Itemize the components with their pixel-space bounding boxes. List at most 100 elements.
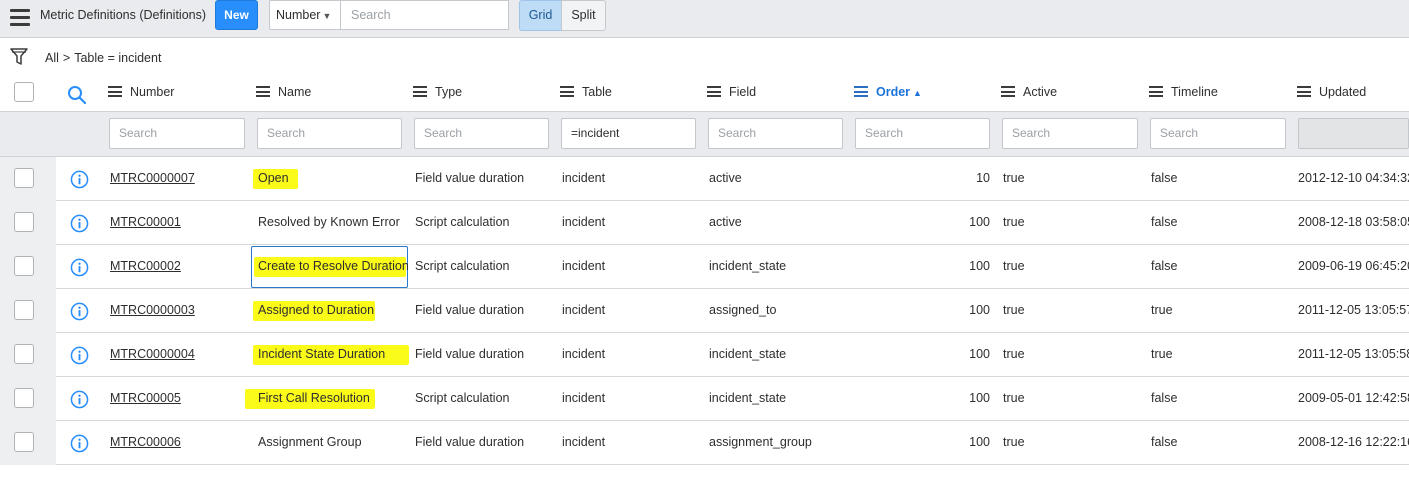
row-checkbox[interactable] — [14, 344, 34, 364]
info-icon[interactable] — [70, 346, 89, 365]
active-cell[interactable]: true — [1003, 157, 1025, 201]
column-header-order[interactable]: Order ▲ — [854, 72, 922, 112]
type-cell[interactable]: Script calculation — [415, 245, 510, 289]
table-cell[interactable]: incident — [562, 201, 605, 245]
table-cell[interactable]: incident — [562, 157, 605, 201]
info-icon[interactable] — [70, 258, 89, 277]
name-cell[interactable]: Incident State Duration — [258, 333, 385, 377]
updated-cell[interactable]: 2012-12-10 04:34:32 — [1298, 157, 1409, 201]
type-cell[interactable]: Script calculation — [415, 201, 510, 245]
column-header-updated[interactable]: Updated — [1297, 72, 1366, 112]
column-menu-icon[interactable] — [854, 86, 868, 98]
hamburger-menu-icon[interactable] — [10, 9, 30, 26]
updated-cell[interactable]: 2008-12-16 12:22:16 — [1298, 421, 1409, 465]
timeline-cell[interactable]: false — [1151, 421, 1177, 465]
field-cell[interactable]: active — [709, 157, 742, 201]
name-cell[interactable]: First Call Resolution — [258, 377, 370, 421]
column-menu-icon[interactable] — [256, 86, 270, 98]
updated-cell[interactable]: 2008-12-18 03:58:05 — [1298, 201, 1409, 245]
breadcrumb-all[interactable]: All — [45, 51, 59, 65]
updated-cell[interactable]: 2011-12-05 13:05:57 — [1298, 289, 1409, 333]
field-cell[interactable]: incident_state — [709, 333, 786, 377]
number-link[interactable]: MTRC0000007 — [110, 157, 195, 201]
info-icon[interactable] — [70, 390, 89, 409]
column-menu-icon[interactable] — [413, 86, 427, 98]
timeline-cell[interactable]: false — [1151, 157, 1177, 201]
type-cell[interactable]: Field value duration — [415, 333, 524, 377]
order-cell[interactable]: 100 — [930, 421, 990, 465]
field-cell[interactable]: assignment_group — [709, 421, 812, 465]
type-cell[interactable]: Field value duration — [415, 421, 524, 465]
field-cell[interactable]: incident_state — [709, 245, 786, 289]
column-header-field[interactable]: Field — [707, 72, 756, 112]
filter-field-input[interactable]: Search — [708, 118, 843, 149]
filter-type-input[interactable]: Search — [414, 118, 549, 149]
updated-cell[interactable]: 2009-06-19 06:45:20 — [1298, 245, 1409, 289]
info-icon[interactable] — [70, 302, 89, 321]
filter-active-input[interactable]: Search — [1002, 118, 1138, 149]
row-checkbox[interactable] — [14, 168, 34, 188]
updated-cell[interactable]: 2011-12-05 13:05:58 — [1298, 333, 1409, 377]
number-link[interactable]: MTRC00002 — [110, 245, 181, 289]
timeline-cell[interactable]: true — [1151, 289, 1173, 333]
order-cell[interactable]: 10 — [930, 157, 990, 201]
column-menu-icon[interactable] — [1297, 86, 1311, 98]
field-cell[interactable]: assigned_to — [709, 289, 776, 333]
timeline-cell[interactable]: false — [1151, 245, 1177, 289]
active-cell[interactable]: true — [1003, 201, 1025, 245]
timeline-cell[interactable]: false — [1151, 201, 1177, 245]
search-input[interactable]: Search — [341, 0, 509, 30]
order-cell[interactable]: 100 — [930, 245, 990, 289]
column-header-type[interactable]: Type — [413, 72, 462, 112]
new-button[interactable]: New — [215, 0, 258, 30]
row-checkbox[interactable] — [14, 212, 34, 232]
grid-view-button[interactable]: Grid — [519, 0, 562, 31]
info-icon[interactable] — [70, 214, 89, 233]
field-cell[interactable]: incident_state — [709, 377, 786, 421]
column-header-name[interactable]: Name — [256, 72, 311, 112]
active-cell[interactable]: true — [1003, 289, 1025, 333]
row-checkbox[interactable] — [14, 300, 34, 320]
table-cell[interactable]: incident — [562, 333, 605, 377]
info-icon[interactable] — [70, 434, 89, 453]
active-cell[interactable]: true — [1003, 421, 1025, 465]
column-menu-icon[interactable] — [108, 86, 122, 98]
number-link[interactable]: MTRC0000004 — [110, 333, 195, 377]
breadcrumb-condition[interactable]: Table = incident — [74, 51, 161, 65]
column-menu-icon[interactable] — [707, 86, 721, 98]
column-header-number[interactable]: Number — [108, 72, 174, 112]
name-cell[interactable]: Create to Resolve Duration — [258, 245, 409, 289]
name-cell[interactable]: Assigned to Duration — [258, 289, 374, 333]
table-cell[interactable]: incident — [562, 377, 605, 421]
row-checkbox[interactable] — [14, 432, 34, 452]
active-cell[interactable]: true — [1003, 245, 1025, 289]
updated-cell[interactable]: 2009-05-01 12:42:58 — [1298, 377, 1409, 421]
field-cell[interactable]: active — [709, 201, 742, 245]
type-cell[interactable]: Field value duration — [415, 289, 524, 333]
column-menu-icon[interactable] — [560, 86, 574, 98]
column-header-table[interactable]: Table — [560, 72, 612, 112]
name-cell[interactable]: Open — [258, 157, 289, 201]
column-header-active[interactable]: Active — [1001, 72, 1057, 112]
order-cell[interactable]: 100 — [930, 333, 990, 377]
name-cell[interactable]: Resolved by Known Error — [258, 201, 400, 245]
row-checkbox[interactable] — [14, 256, 34, 276]
type-cell[interactable]: Field value duration — [415, 157, 524, 201]
table-cell[interactable]: incident — [562, 289, 605, 333]
order-cell[interactable]: 100 — [930, 377, 990, 421]
timeline-cell[interactable]: true — [1151, 333, 1173, 377]
active-cell[interactable]: true — [1003, 377, 1025, 421]
column-menu-icon[interactable] — [1149, 86, 1163, 98]
split-view-button[interactable]: Split — [561, 0, 606, 31]
search-field-select[interactable]: Number ▼ — [269, 0, 341, 30]
filter-name-input[interactable]: Search — [257, 118, 402, 149]
search-icon[interactable] — [67, 85, 87, 105]
filter-timeline-input[interactable]: Search — [1150, 118, 1286, 149]
number-link[interactable]: MTRC00006 — [110, 421, 181, 465]
table-cell[interactable]: incident — [562, 421, 605, 465]
info-icon[interactable] — [70, 170, 89, 189]
active-cell[interactable]: true — [1003, 333, 1025, 377]
filter-order-input[interactable]: Search — [855, 118, 990, 149]
timeline-cell[interactable]: false — [1151, 377, 1177, 421]
order-cell[interactable]: 100 — [930, 289, 990, 333]
